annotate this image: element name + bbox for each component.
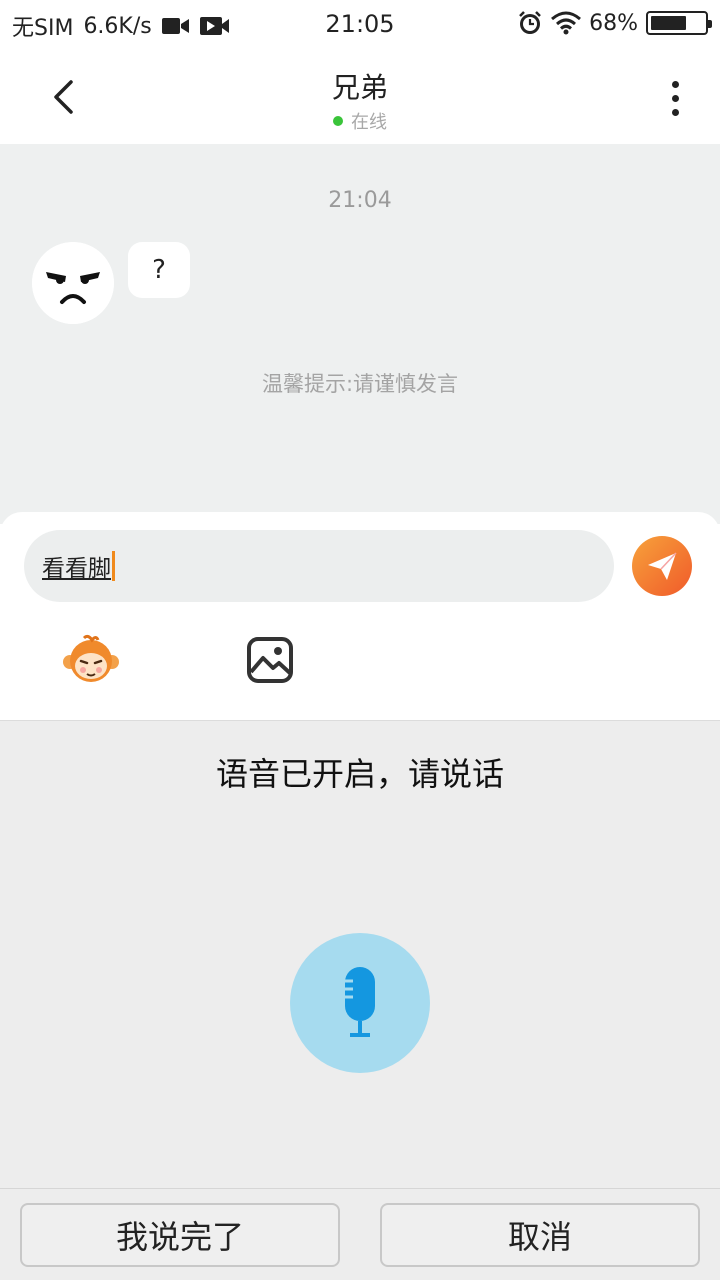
more-dot-icon [671,94,679,102]
status-bar: 无SIM 6.6K/s 21:05 68% [0,0,720,52]
more-options-button[interactable] [660,74,690,122]
online-status-label: 在线 [351,112,387,133]
more-dot-icon [671,80,679,88]
send-button[interactable] [632,536,692,596]
warning-notice: 温馨提示:请谨慎发言 [261,372,459,396]
battery-percent: 68% [589,10,638,36]
voice-input-panel: 语音已开启，请说话 [0,720,720,1188]
text-caret [112,551,115,581]
contact-avatar[interactable] [32,242,114,324]
wifi-icon [551,11,582,35]
paper-plane-icon [648,552,677,580]
message-bubble[interactable]: ? [128,242,190,298]
online-dot-icon [333,116,343,126]
title-wrap: 兄弟 在线 [0,66,720,134]
image-icon [247,637,293,683]
battery-icon [646,11,712,35]
alarm-icon [517,10,543,36]
emoji-button[interactable] [62,634,120,684]
more-dot-icon [671,108,679,116]
composer-panel: 看看脚 [0,512,720,720]
bottom-bar: 我说完了 取消 [0,1188,720,1280]
done-speaking-button[interactable]: 我说完了 [20,1203,340,1267]
microphone-icon [345,967,375,1037]
chat-timestamp: 21:04 [328,188,392,213]
image-picker-button[interactable] [246,636,294,684]
status-right: 68% [517,10,712,36]
emoji-monkey-icon [63,634,119,682]
message-text: ? [152,255,166,285]
voice-prompt: 语音已开启，请说话 [215,755,504,793]
page-title: 兄弟 [331,71,388,104]
battery-fill [651,16,686,30]
message-input[interactable]: 看看脚 [24,530,614,602]
message-input-value: 看看脚 [42,556,111,582]
chat-area[interactable]: 21:04 ? 温馨提示:请谨慎发言 [0,144,720,524]
online-status: 在线 [333,108,387,134]
microphone-button[interactable] [290,933,430,1073]
meme-face-icon [32,242,114,324]
cancel-button[interactable]: 取消 [380,1203,700,1267]
chat-header: 兄弟 在线 [0,52,720,144]
